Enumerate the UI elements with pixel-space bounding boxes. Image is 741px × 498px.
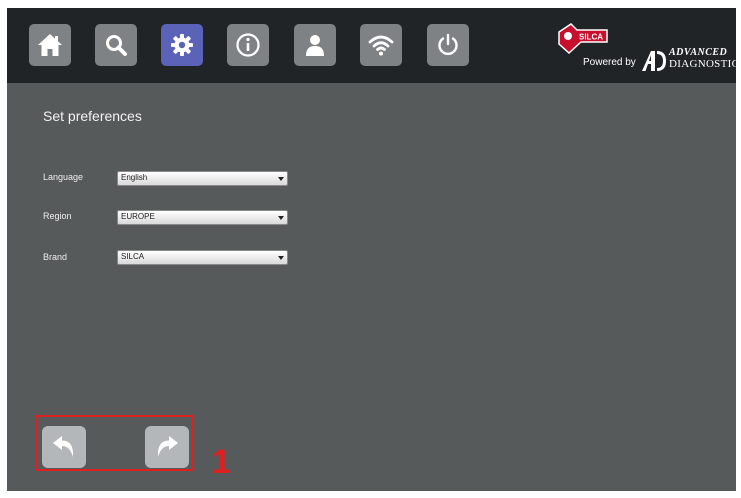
- back-arrow-icon: [53, 436, 74, 457]
- info-button[interactable]: [227, 24, 269, 66]
- callout-number: 1: [212, 443, 231, 481]
- gear-icon: [171, 34, 193, 56]
- home-icon: [38, 34, 62, 56]
- advanced-diagnostics-logo: [642, 51, 666, 71]
- home-button[interactable]: [29, 24, 71, 66]
- settings-button[interactable]: [161, 24, 203, 66]
- page-title: Set preferences: [43, 108, 142, 124]
- advanced-text: ADVANCED: [669, 47, 728, 58]
- search-icon: [106, 35, 127, 56]
- chevron-down-icon: [278, 177, 284, 181]
- power-button[interactable]: [427, 24, 469, 66]
- forward-arrow-icon: [157, 436, 178, 457]
- search-button[interactable]: [95, 24, 137, 66]
- powered-by-text: Powered by: [583, 57, 636, 68]
- top-toolbar: SILCA Powered by ADVANCED DIAGNOSTICS: [7, 8, 736, 83]
- user-icon: [306, 35, 324, 56]
- silca-logo: SILCA: [558, 23, 608, 55]
- language-label: Language: [43, 172, 84, 182]
- diagnostics-text: DIAGNOSTICS: [669, 58, 736, 70]
- language-value: English: [121, 173, 148, 182]
- wifi-icon: [368, 35, 394, 56]
- brand-value: SILCA: [121, 252, 145, 261]
- region-value: EUROPE: [121, 212, 155, 221]
- language-select[interactable]: English: [117, 171, 288, 186]
- power-icon: [438, 33, 458, 56]
- chevron-down-icon: [278, 216, 284, 220]
- user-button[interactable]: [294, 24, 336, 66]
- brand-area: SILCA Powered by ADVANCED DIAGNOSTICS: [555, 20, 736, 74]
- advanced-diagnostics-wordmark: ADVANCED DIAGNOSTICS: [669, 48, 736, 70]
- preferences-screen: SILCA Powered by ADVANCED DIAGNOSTICS Se…: [7, 8, 736, 491]
- brand-select[interactable]: SILCA: [117, 250, 288, 265]
- chevron-down-icon: [278, 256, 284, 260]
- brand-label: Brand: [43, 252, 68, 262]
- forward-button[interactable]: [145, 426, 189, 468]
- info-icon: [236, 33, 260, 57]
- wifi-button[interactable]: [360, 24, 402, 66]
- svg-text:SILCA: SILCA: [579, 33, 603, 42]
- back-button[interactable]: [42, 426, 86, 468]
- region-label: Region: [43, 211, 72, 221]
- region-select[interactable]: EUROPE: [117, 210, 288, 225]
